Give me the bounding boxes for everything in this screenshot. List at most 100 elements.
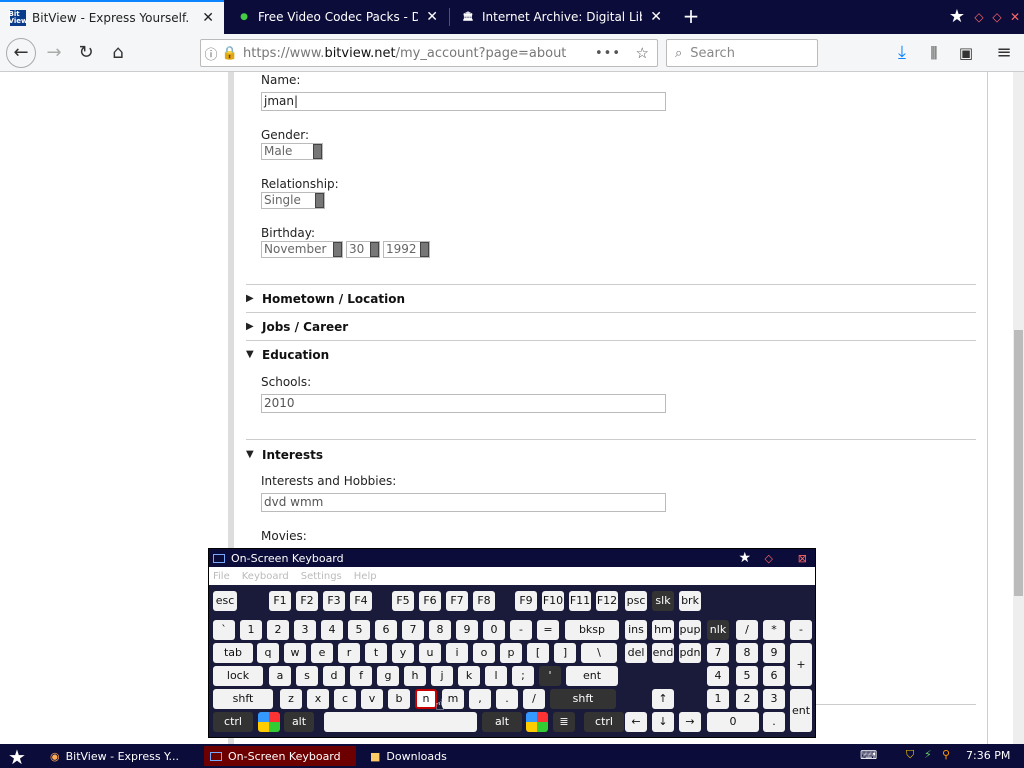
key-sym[interactable]: \ — [581, 643, 617, 663]
section-interests[interactable]: ▼ Interests — [246, 439, 976, 469]
forward-arrow-icon[interactable]: → — [40, 40, 68, 66]
network-icon[interactable]: ⚡ — [924, 748, 932, 761]
relationship-select[interactable]: Single — [261, 192, 325, 209]
key-shft[interactable]: shft — [550, 689, 616, 709]
sidebar-icon[interactable]: ▣ — [952, 40, 980, 66]
key-d[interactable]: d — [323, 666, 345, 686]
key-F7[interactable]: F7 — [446, 591, 468, 611]
key-t[interactable]: t — [365, 643, 387, 663]
interests-input[interactable]: dvd wmm — [261, 493, 666, 512]
osk-title-bar[interactable]: On-Screen Keyboard ★ ◇ ⊠ — [209, 549, 815, 567]
key-F11[interactable]: F11 — [569, 591, 591, 611]
key-sym[interactable]: ↓ — [652, 712, 674, 732]
key-F12[interactable]: F12 — [596, 591, 618, 611]
bookmark-star-icon[interactable]: ☆ — [636, 44, 649, 62]
key-sym[interactable]: ' — [539, 666, 561, 686]
birthday-day-select[interactable]: 30 — [346, 241, 380, 258]
key-i[interactable]: i — [446, 643, 468, 663]
key-z[interactable]: z — [280, 689, 302, 709]
windows-logo-icon[interactable] — [526, 712, 548, 732]
close-window-icon[interactable]: ✕ — [1006, 8, 1024, 26]
tab-codec-packs[interactable]: ● Free Video Codec Packs - Downlo ✕ — [226, 0, 448, 34]
key-nlk[interactable]: nlk — [707, 620, 729, 640]
star-icon[interactable]: ★ — [944, 8, 970, 26]
key-sym[interactable]: / — [736, 620, 758, 640]
tab-bitview[interactable]: Bit View BitView - Express Yourself. ✕ — [0, 0, 224, 34]
key-7[interactable]: 7 — [402, 620, 424, 640]
key-ctrl[interactable]: ctrl — [213, 712, 253, 732]
section-education[interactable]: ▼ Education — [246, 340, 976, 368]
key-sym[interactable]: ← — [625, 712, 647, 732]
key-bksp[interactable]: bksp — [565, 620, 619, 640]
key-3[interactable]: 3 — [763, 689, 785, 709]
taskbar-item-osk[interactable]: On-Screen Keyboard — [204, 746, 356, 766]
key-F6[interactable]: F6 — [419, 591, 441, 611]
downloads-icon[interactable]: ⤓ — [888, 40, 916, 66]
key-sym[interactable]: ; — [512, 666, 534, 686]
key-w[interactable]: w — [284, 643, 306, 663]
key-o[interactable]: o — [473, 643, 495, 663]
key-q[interactable]: q — [257, 643, 279, 663]
key-sym[interactable]: . — [496, 689, 518, 709]
key-0[interactable]: 0 — [707, 712, 759, 732]
key-ins[interactable]: ins — [625, 620, 647, 640]
key-f[interactable]: f — [350, 666, 372, 686]
key-sym[interactable]: - — [510, 620, 532, 640]
key-slk[interactable]: slk — [652, 591, 674, 611]
key-u[interactable]: u — [419, 643, 441, 663]
menu-help[interactable]: Help — [354, 571, 377, 582]
key-6[interactable]: 6 — [763, 666, 785, 686]
key-4[interactable]: 4 — [321, 620, 343, 640]
menu-file[interactable]: File — [213, 571, 230, 582]
key-F1[interactable]: F1 — [269, 591, 291, 611]
key-hm[interactable]: hm — [652, 620, 674, 640]
menu-icon[interactable]: ≡ — [990, 40, 1018, 66]
keyboard-tray-icon[interactable]: ⌨ — [860, 748, 877, 762]
context-menu-key-icon[interactable]: ≣ — [553, 712, 575, 732]
key-4[interactable]: 4 — [707, 666, 729, 686]
key-s[interactable]: s — [296, 666, 318, 686]
key-2[interactable]: 2 — [267, 620, 289, 640]
scrollbar-thumb[interactable] — [1014, 330, 1023, 596]
key-F10[interactable]: F10 — [542, 591, 564, 611]
key-3[interactable]: 3 — [294, 620, 316, 640]
key-j[interactable]: j — [431, 666, 453, 686]
maximize-icon[interactable]: ◇ — [988, 8, 1006, 26]
close-tab-icon[interactable]: ✕ — [426, 9, 438, 25]
home-icon[interactable]: ⌂ — [104, 40, 132, 66]
key-tab[interactable]: tab — [213, 643, 253, 663]
key-ent[interactable]: ent — [790, 689, 812, 732]
key-6[interactable]: 6 — [375, 620, 397, 640]
url-bar[interactable]: ⓘ 🔒 https://www.bitview.net/my_account?p… — [200, 39, 658, 67]
search-input[interactable]: ⌕ Search — [666, 39, 818, 67]
key-p[interactable]: p — [500, 643, 522, 663]
key-alt[interactable]: alt — [284, 712, 314, 732]
key-F2[interactable]: F2 — [296, 591, 318, 611]
key-7[interactable]: 7 — [707, 643, 729, 663]
menu-keyboard[interactable]: Keyboard — [242, 571, 289, 582]
tab-internet-archive[interactable]: 🏛 Internet Archive: Digital Library of ✕ — [450, 0, 672, 34]
key-shft[interactable]: shft — [213, 689, 273, 709]
birthday-year-select[interactable]: 1992 — [383, 241, 430, 258]
schools-input[interactable]: 2010 — [261, 394, 666, 413]
key-ent[interactable]: ent — [566, 666, 618, 686]
windows-logo-icon[interactable] — [258, 712, 280, 732]
key-sym[interactable]: = — [537, 620, 559, 640]
key-sym[interactable]: , — [469, 689, 491, 709]
key-8[interactable]: 8 — [429, 620, 451, 640]
key-F8[interactable]: F8 — [473, 591, 495, 611]
key-end[interactable]: end — [652, 643, 674, 663]
key-l[interactable]: l — [485, 666, 507, 686]
key-5[interactable]: 5 — [736, 666, 758, 686]
name-input[interactable]: jman| — [261, 92, 666, 111]
key-sym[interactable]: . — [763, 712, 785, 732]
key-k[interactable]: k — [458, 666, 480, 686]
info-icon[interactable]: ⓘ — [201, 44, 221, 63]
key-2[interactable]: 2 — [736, 689, 758, 709]
key-brk[interactable]: brk — [679, 591, 701, 611]
key-sym[interactable]: → — [679, 712, 701, 732]
library-icon[interactable]: ⫼ — [920, 40, 948, 66]
key-esc[interactable]: esc — [213, 591, 237, 611]
shield-icon[interactable]: ⛉ — [906, 748, 914, 762]
key-9[interactable]: 9 — [456, 620, 478, 640]
